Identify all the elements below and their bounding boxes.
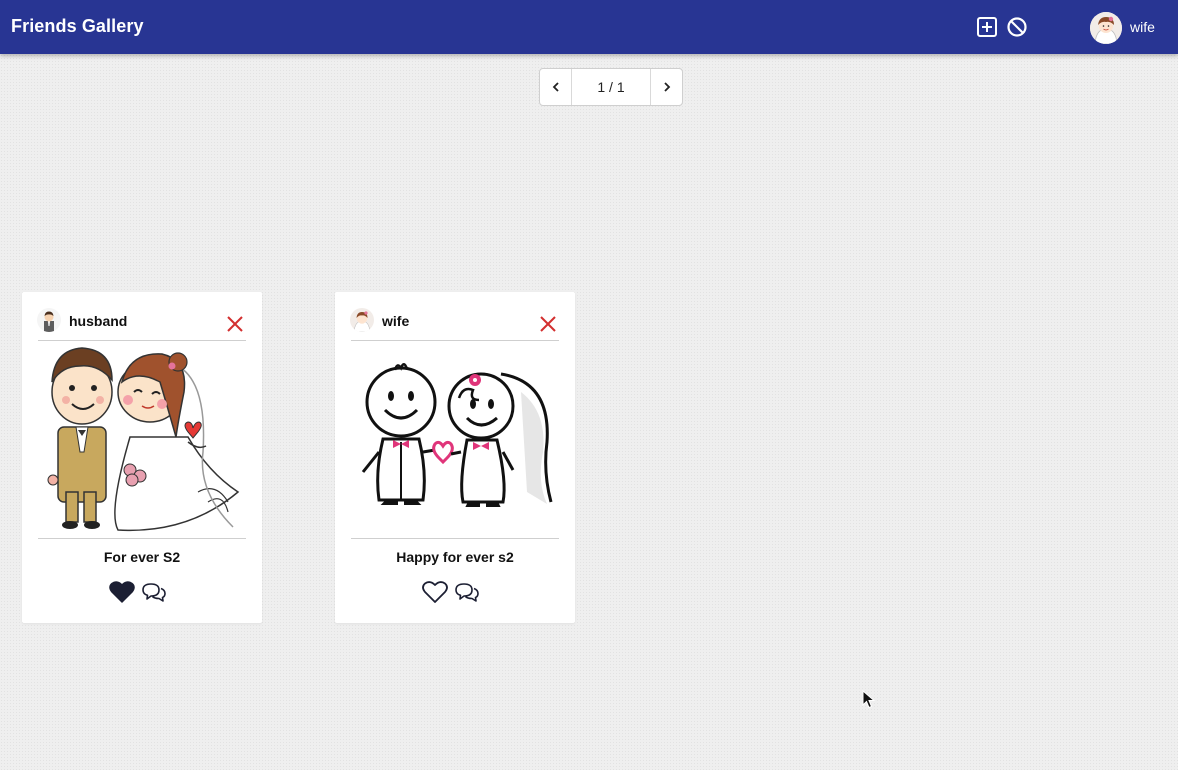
app-header: Friends Gallery wife: [0, 0, 1178, 54]
app-title: Friends Gallery: [11, 16, 144, 36]
divider: [351, 340, 559, 341]
post-caption: For ever S2: [103, 549, 181, 565]
comments-icon[interactable]: [141, 581, 167, 603]
next-page-button[interactable]: [650, 69, 682, 105]
groom-avatar-icon: [37, 308, 61, 332]
post-image-stick-figure-couple[interactable]: [351, 342, 559, 536]
post-card: wife Happy for ever s2: [335, 292, 575, 623]
heart-outline-icon[interactable]: [422, 580, 448, 604]
pagination: 1 / 1: [539, 68, 683, 106]
mouse-cursor-icon: [862, 690, 876, 709]
post-author[interactable]: husband: [69, 313, 127, 329]
add-post-icon[interactable]: [976, 16, 998, 38]
divider: [38, 538, 246, 539]
user-avatar[interactable]: [1090, 12, 1122, 44]
delete-post-icon[interactable]: [539, 315, 557, 333]
chevron-left-icon: [552, 82, 559, 92]
divider: [38, 340, 246, 341]
heart-filled-icon[interactable]: [109, 580, 135, 604]
chevron-right-icon: [663, 82, 670, 92]
user-name[interactable]: wife: [1130, 19, 1155, 35]
post-card: husband For ever S2: [22, 292, 262, 623]
divider: [351, 538, 559, 539]
block-icon[interactable]: [1006, 16, 1028, 38]
post-caption: Happy for ever s2: [396, 549, 514, 565]
delete-post-icon[interactable]: [226, 315, 244, 333]
post-author[interactable]: wife: [382, 313, 409, 329]
comments-icon[interactable]: [454, 581, 480, 603]
bride-avatar-icon: [1090, 12, 1122, 44]
post-image-cartoon-couple[interactable]: [38, 342, 246, 536]
bride-avatar-icon: [350, 308, 374, 332]
page-indicator: 1 / 1: [597, 79, 625, 95]
prev-page-button[interactable]: [540, 69, 572, 105]
author-avatar: [350, 308, 374, 332]
author-avatar: [37, 308, 61, 332]
